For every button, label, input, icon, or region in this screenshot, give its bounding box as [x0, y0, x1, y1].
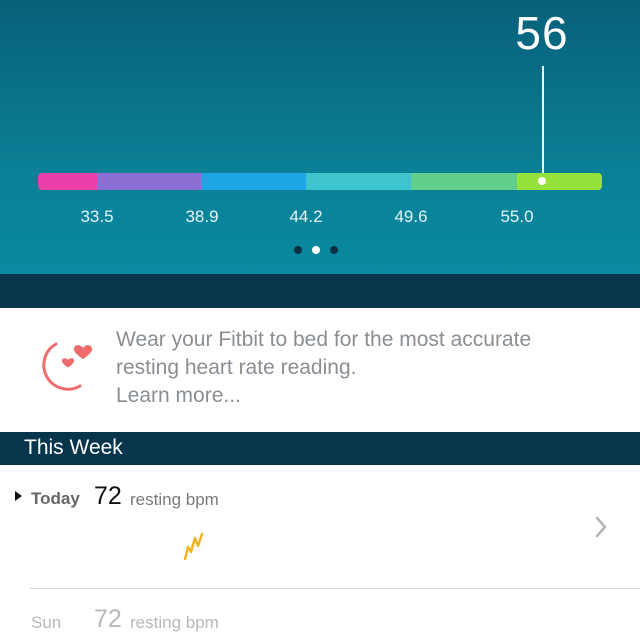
row-day: Sun — [31, 613, 62, 632]
row-unit: resting bpm — [130, 613, 219, 632]
value-pointer-line — [542, 66, 544, 181]
scale-tick-label: 38.9 — [185, 207, 219, 226]
this-week-header: This Week — [0, 432, 640, 465]
value-marker-dot — [538, 177, 546, 185]
page-indicator[interactable] — [294, 246, 338, 254]
row-value: 72 — [94, 605, 122, 633]
resting-heart-rate-panel: 56 33.5 38.9 44.2 49.6 55.0 — [0, 0, 640, 274]
scale-tick-label: 33.5 — [80, 207, 114, 226]
scale-segment — [97, 173, 202, 190]
divider-band — [0, 274, 640, 308]
sleep-tip-text: Wear your Fitbit to bed for the most acc… — [116, 326, 616, 410]
scale-segment — [38, 173, 97, 190]
row-value: 72 — [94, 482, 122, 510]
row-day: Today — [31, 489, 80, 508]
current-value: 56 — [515, 7, 569, 59]
row-unit: resting bpm — [130, 490, 219, 509]
range-scale-bar — [38, 173, 602, 190]
lightning-icon — [183, 532, 204, 561]
moon-heart-icon — [42, 342, 93, 391]
page-dot-active[interactable] — [312, 246, 320, 254]
scale-segment — [306, 173, 411, 190]
learn-more-link[interactable]: Learn more... — [116, 382, 616, 410]
tip-line-1: Wear your Fitbit to bed for the most acc… — [116, 328, 532, 351]
page-dot[interactable] — [294, 246, 302, 254]
selected-caret-icon — [15, 491, 22, 501]
chevron-right-icon[interactable] — [594, 516, 608, 538]
scale-tick-label: 49.6 — [394, 207, 428, 226]
section-title: This Week — [24, 436, 123, 459]
scale-tick-label: 44.2 — [289, 207, 323, 226]
scale-segment — [202, 173, 306, 190]
page-dot[interactable] — [330, 246, 338, 254]
scale-tick-label: 55.0 — [500, 207, 534, 226]
scale-segment — [517, 173, 602, 190]
tip-line-2: resting heart rate reading. — [116, 356, 357, 379]
scale-segment — [411, 173, 517, 190]
